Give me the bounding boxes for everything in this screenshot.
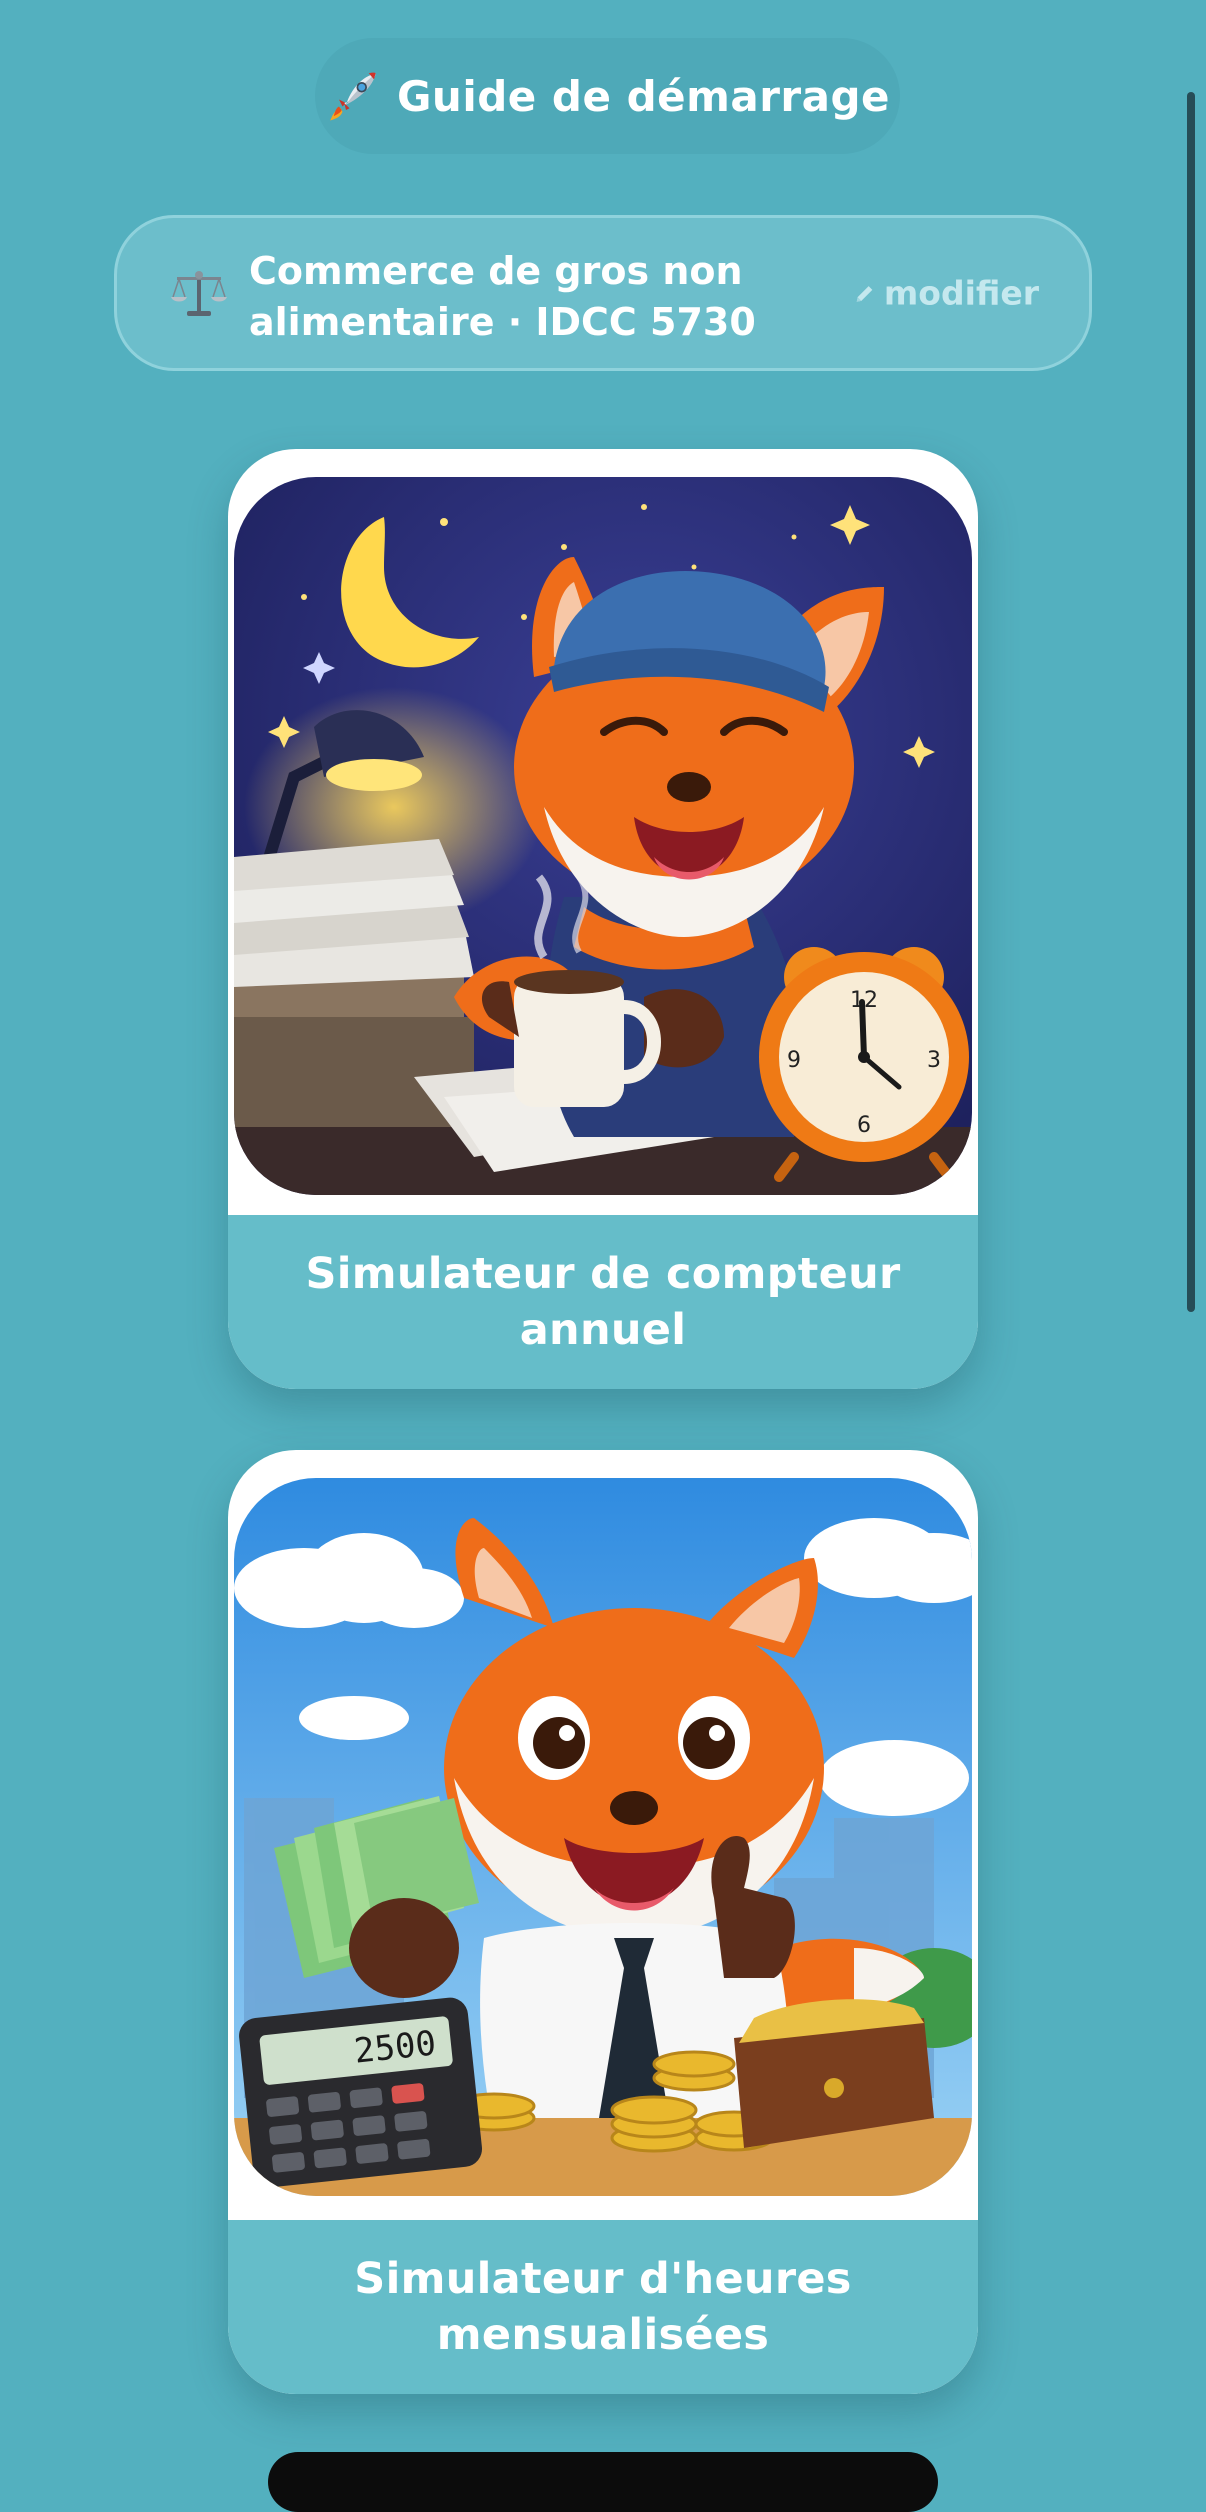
card-caption: Simulateur de compteur annuel: [228, 1215, 978, 1389]
card-title: Simulateur de compteur annuel: [305, 1249, 901, 1355]
clock-9: 9: [787, 1048, 801, 1073]
annual-counter-simulator-card[interactable]: 12 3 6 9 Simulateur de compteur annuel: [228, 449, 978, 1389]
monthly-hours-simulator-card[interactable]: 2500 Simulateur d'heures mensualisées: [228, 1450, 978, 2394]
rocket-icon: [330, 72, 376, 121]
guide-button[interactable]: Guide de démarrage: [315, 38, 900, 154]
scrollbar[interactable]: [1187, 92, 1195, 1312]
convention-selector[interactable]: Commerce de gros non alimentaire · IDCC …: [114, 215, 1092, 371]
sleepy-fox-illustration: 12 3 6 9: [234, 477, 972, 1195]
scale-icon: [171, 271, 227, 316]
page-title: Guide de démarrage: [396, 71, 891, 121]
pencil-icon: [856, 285, 873, 302]
card-title: Simulateur d'heures mensualisées: [354, 2254, 852, 2360]
clock-3: 3: [927, 1048, 941, 1073]
clock-6: 6: [857, 1113, 871, 1138]
edit-label: modifier: [883, 273, 1039, 313]
next-card-partial[interactable]: [268, 2452, 938, 2512]
convention-label: Commerce de gros non alimentaire · IDCC …: [249, 249, 756, 344]
card-caption: Simulateur d'heures mensualisées: [228, 2220, 978, 2394]
happy-fox-illustration: 2500: [234, 1478, 972, 2196]
calculator-display: 2500: [352, 2023, 438, 2071]
edit-convention-button[interactable]: modifier: [854, 274, 1039, 313]
